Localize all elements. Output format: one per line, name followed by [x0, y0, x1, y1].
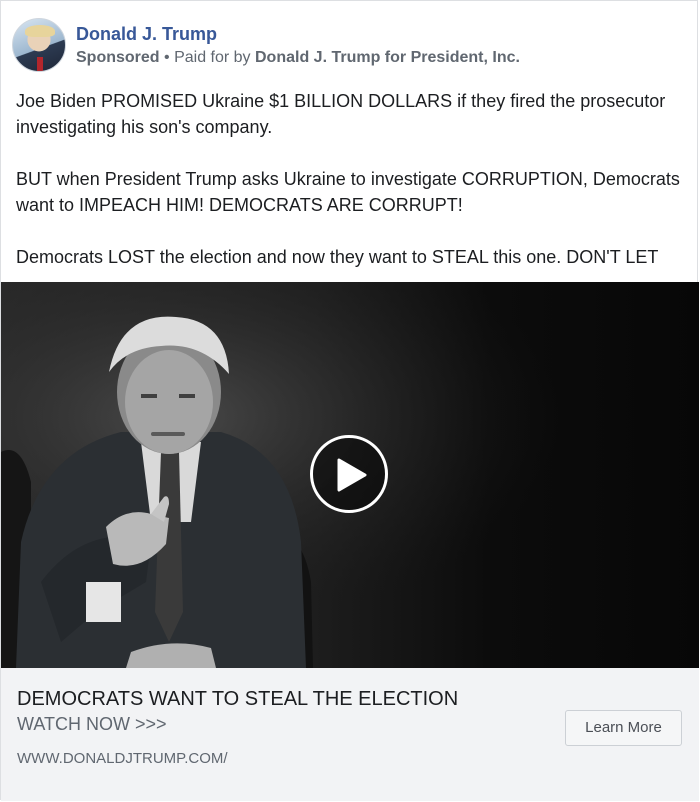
- sponsored-post-card: Donald J. Trump Sponsored • Paid for by …: [0, 0, 699, 801]
- post-paragraph: BUT when President Trump asks Ukraine to…: [16, 169, 680, 215]
- cta-subtext: WATCH NOW >>>: [17, 714, 167, 734]
- video-player[interactable]: [1, 282, 699, 668]
- post-header-text: Donald J. Trump Sponsored • Paid for by …: [76, 18, 520, 72]
- cta-url[interactable]: WWW.DONALDJTRUMP.COM/: [17, 750, 228, 767]
- play-icon: [337, 458, 367, 492]
- post-paragraph: Democrats LOST the election and now they…: [16, 247, 659, 267]
- page-avatar[interactable]: [12, 18, 66, 72]
- post-paragraph: Joe Biden PROMISED Ukraine $1 BILLION DO…: [16, 91, 666, 137]
- paid-for-entity: Donald J. Trump for President, Inc.: [255, 49, 520, 66]
- post-body: Joe Biden PROMISED Ukraine $1 BILLION DO…: [16, 88, 691, 296]
- call-to-action-bar[interactable]: DEMOCRATS WANT TO STEAL THE ELECTION WAT…: [1, 668, 699, 801]
- play-button[interactable]: [310, 435, 388, 513]
- post-header: Donald J. Trump Sponsored • Paid for by …: [12, 18, 520, 72]
- paid-for-prefix: Paid for by: [174, 49, 255, 66]
- learn-more-button[interactable]: Learn More: [565, 710, 682, 746]
- sponsored-label[interactable]: Sponsored: [76, 49, 160, 66]
- page-name-link[interactable]: Donald J. Trump: [76, 23, 520, 45]
- cta-headline[interactable]: DEMOCRATS WANT TO STEAL THE ELECTION: [17, 688, 458, 711]
- meta-separator: •: [159, 49, 175, 66]
- post-meta: Sponsored • Paid for by Donald J. Trump …: [76, 47, 520, 69]
